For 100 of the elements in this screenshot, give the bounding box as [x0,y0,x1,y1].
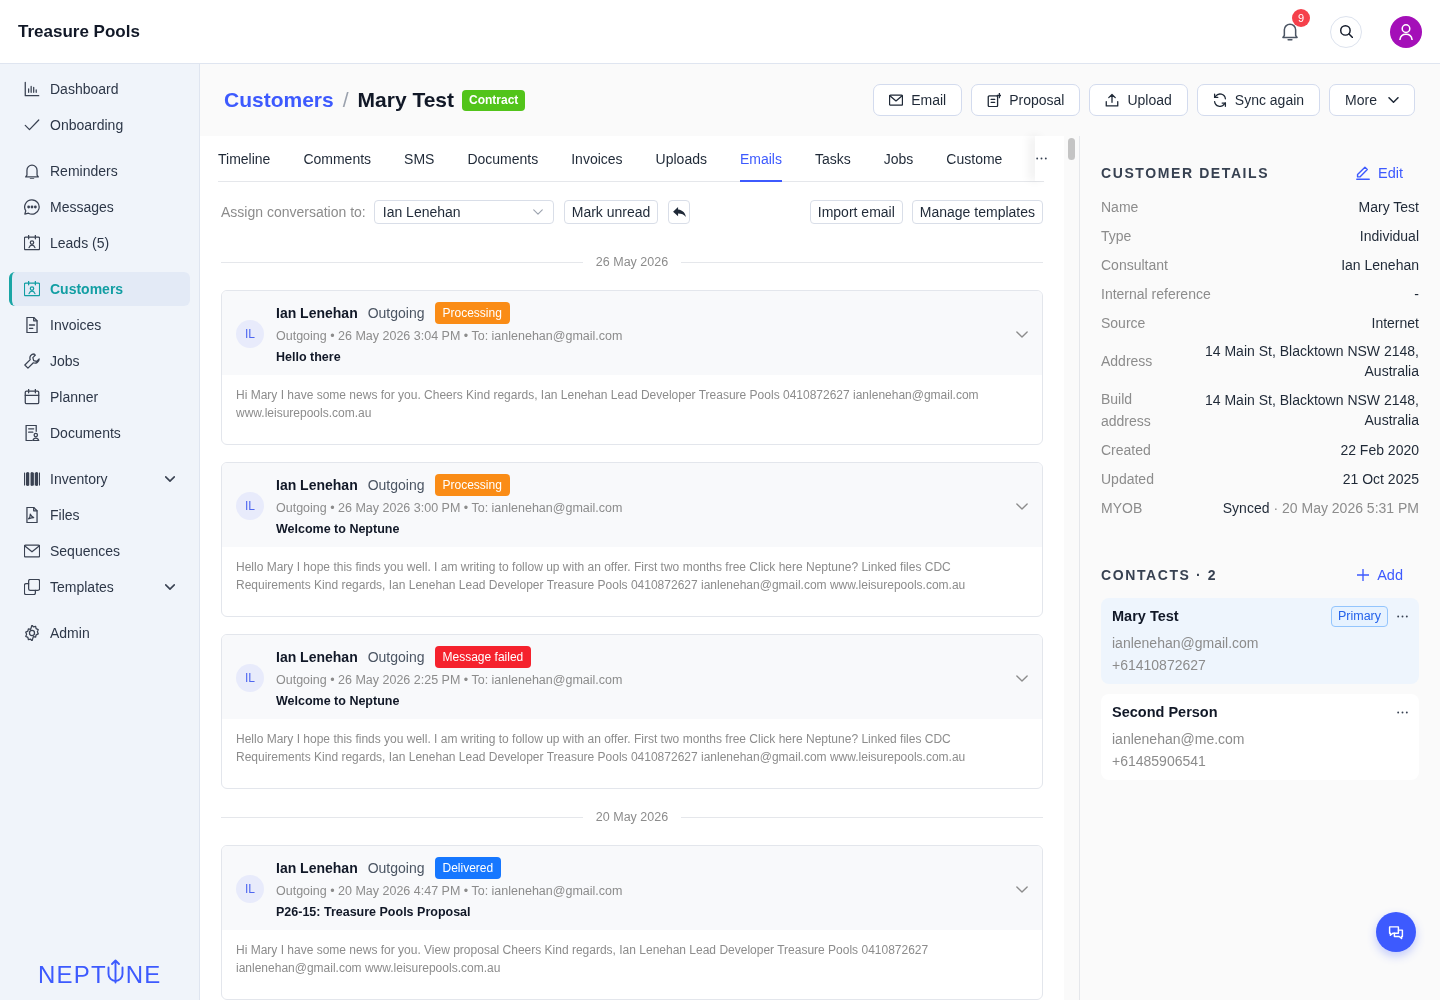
field-value: Internet [1371,313,1419,333]
email-header[interactable]: IL Ian Lenehan Outgoing Processing Outgoing • 26 May 2026 3:00 PM • To: ianlenehan@gmail.com Welcome to Neptune [222,463,1042,547]
email-header[interactable]: IL Ian Lenehan Outgoing Processing Outgoing • 26 May 2026 3:04 PM • To: ianlenehan@gmail.com Hello there [222,291,1042,375]
tab[interactable]: Custome [946,136,1003,182]
sidebar-item[interactable]: Admin [9,615,190,651]
email-header[interactable]: IL Ian Lenehan Outgoing Message failed Outgoing • 26 May 2026 2:25 PM • To: ianlenehan@gmail.com Welcome to Neptune [222,635,1042,719]
sidebar-item[interactable]: Inventory [9,461,190,497]
sidebar-item[interactable]: Templates [9,569,190,605]
sidebar-item[interactable]: Sequences [9,533,190,569]
sidebar-item[interactable]: Onboarding [9,107,190,143]
search-button[interactable] [1330,15,1362,48]
scrollbar-thumb[interactable] [1068,138,1075,160]
field-label: Build address [1101,389,1152,431]
email-subject: Welcome to Neptune [276,693,401,710]
bell-icon [24,163,40,179]
field-value: Individual [1359,226,1419,246]
field-value: 22 Feb 2020 [1340,440,1419,460]
reply-arrow-icon [672,207,686,217]
contact-email: ianlenehan@me.com [1112,730,1246,749]
toolbar-button[interactable]: Manage templates [911,200,1043,224]
user-icon [1399,23,1413,40]
action-button[interactable]: Email [873,84,963,116]
sidebar-item[interactable]: Dashboard [9,71,190,107]
tab[interactable]: SMS [404,136,435,182]
email-subject: Hello there [276,349,342,366]
tab[interactable]: Timeline [218,136,271,182]
status-badge: Processing [434,474,510,496]
plus-icon [1357,569,1370,581]
reply-button[interactable] [668,200,691,224]
contact-card-icon [24,281,40,297]
more-icon[interactable] [1397,614,1408,618]
field-label: Source [1101,313,1147,333]
more-icon[interactable] [1397,710,1408,714]
direction-label: Outgoing [367,305,425,321]
settings-icon [24,625,40,641]
status-badge: Message failed [434,646,532,668]
contact-card-icon [24,235,40,251]
envelope-icon [24,543,40,559]
tab[interactable]: Comments [303,136,372,182]
sidebar-item[interactable]: Documents [9,415,190,451]
add-button[interactable]: Add [1357,565,1403,585]
section-heading: CUSTOMER DETAILS [1101,165,1270,181]
email-meta: Outgoing • 26 May 2026 2:25 PM • To: ianlenehan@gmail.com [276,672,624,689]
account-avatar-button[interactable] [1390,15,1422,48]
envelope-icon [889,93,904,107]
chat-bubble-icon [24,199,40,215]
breadcrumb-link[interactable]: Customers [224,88,334,112]
trident-icon [106,957,124,986]
status-badge: Processing [434,302,510,324]
action-button[interactable]: Sync again [1196,84,1321,116]
tab[interactable]: Tasks [815,136,851,182]
action-button[interactable]: Upload [1089,84,1188,116]
upload-icon [1105,93,1120,107]
tab[interactable]: Uploads [655,136,707,182]
tab[interactable]: Documents [467,136,539,182]
sidebar-item[interactable]: Reminders [9,153,190,189]
copy-icon [24,579,40,595]
contact-name: Second Person [1112,704,1219,720]
status-badge: Contract [462,89,526,111]
chevron-down-icon[interactable] [1016,674,1028,682]
sidebar-item[interactable]: Messages [9,189,190,225]
email-meta: Outgoing • 26 May 2026 3:00 PM • To: ianlenehan@gmail.com [276,500,624,517]
field-value: Ian Lenehan [1341,255,1419,275]
assignee-select[interactable]: Ian Lenehan [373,200,554,224]
email-preview: Hi Mary I have some news for you. Cheers Kind regards, Ian Lenehan Lead Developer Treasure Pools 0410872627 ianlenehan@gmail.com www.leisurepools.com.au [236,387,980,422]
logo-text: NE [125,963,162,987]
field-value: Mary Test [1358,197,1419,217]
email-header[interactable]: IL Ian Lenehan Outgoing Delivered Outgoing • 20 May 2026 4:47 PM • To: ianlenehan@gmail.com P26-15: Treasure Pools Proposal [222,846,1042,930]
notification-count: 9 [1292,9,1310,27]
sender-name: Ian Lenehan [276,305,358,321]
chevron-down-icon[interactable] [1016,502,1028,510]
action-button[interactable]: Proposal [971,84,1081,116]
notifications-button[interactable] [1282,22,1298,41]
sidebar-item[interactable]: Leads (5) [9,225,190,261]
pencil-icon [1356,166,1370,180]
menu-button[interactable]: More [1329,84,1415,116]
sidebar-item[interactable]: Invoices [9,307,190,343]
tab[interactable]: Invoices [571,136,623,182]
sidebar-item[interactable]: Jobs [9,343,190,379]
sidebar-item[interactable]: Planner [9,379,190,415]
logo-text: NEPT [38,963,107,987]
email-preview: Hi Mary I have some news for you. View proposal Cheers Kind regards, Ian Lenehan Lead Developer Treasure Pools 0410872627 ianlenehan@gmail.com www.leisurepools.com.au [236,942,930,977]
toolbar-button[interactable]: Import email [809,200,903,224]
field-label: Updated [1101,469,1155,489]
field-value: 14 Main St, Blacktown NSW 2148, Australia [1204,390,1419,430]
chevron-down-icon[interactable] [1016,885,1028,893]
sync-time: · 20 May 2026 5:31 PM [1273,498,1419,518]
chevron-down-icon[interactable] [1016,330,1028,338]
tab[interactable]: Jobs [883,136,914,182]
direction-label: Outgoing [367,860,425,876]
date-divider-label: 26 May 2026 [594,255,670,269]
check-icon [24,117,40,133]
sidebar-item[interactable]: Files [9,497,190,533]
calendar-icon [24,389,40,405]
edit-button[interactable]: Edit [1356,163,1403,183]
toolbar-button[interactable]: Mark unread [563,200,659,224]
status-badge: Delivered [434,857,502,879]
sender-name: Ian Lenehan [276,649,358,665]
tab[interactable]: Emails [739,136,782,182]
chat-icon [1388,924,1404,940]
